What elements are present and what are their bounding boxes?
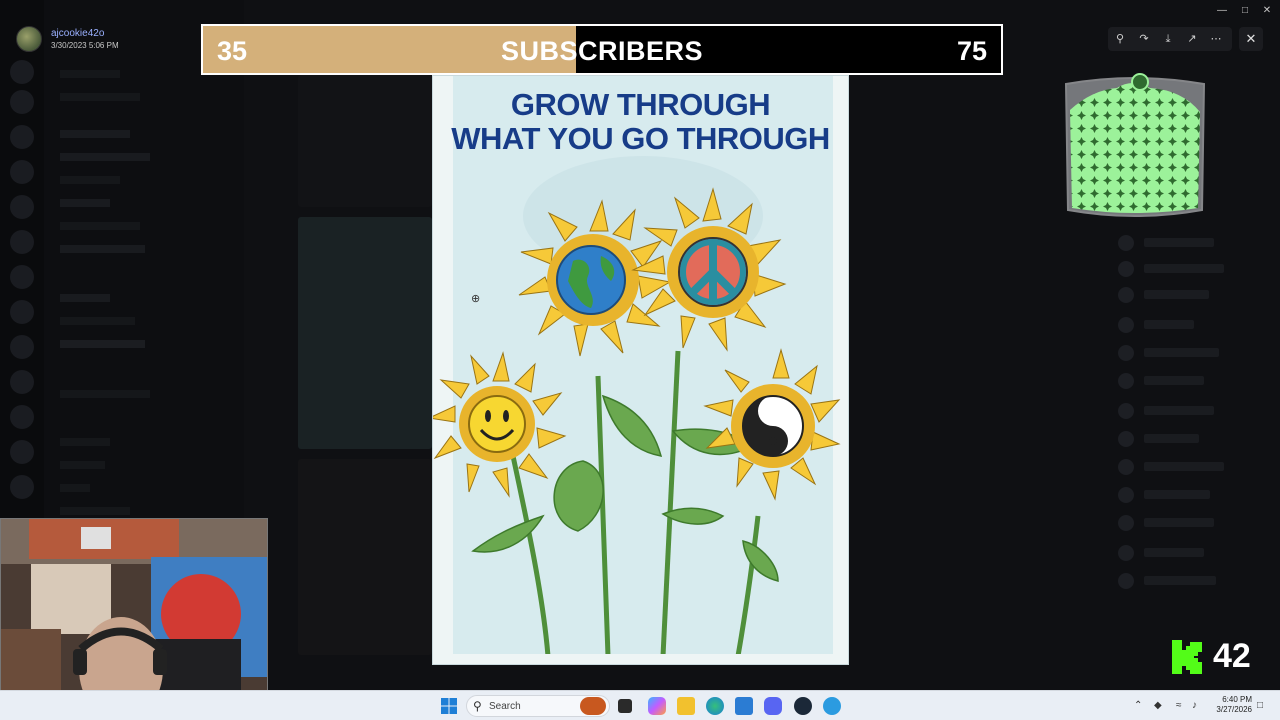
member-list — [1110, 220, 1280, 680]
post-timestamp: 3/30/2023 5:06 PM — [51, 41, 119, 50]
minimize-icon[interactable]: — — [1214, 5, 1230, 16]
open-external-icon[interactable]: ↗ — [1184, 31, 1200, 47]
poster-title: GROW THROUGH WHAT YOU GO THROUGH — [433, 88, 848, 156]
maximize-icon[interactable]: □ — [1237, 5, 1253, 16]
taskbar-date: 3/27/2026 — [1216, 705, 1252, 714]
taskbar-clock[interactable]: 6:40 PM 3/27/2026 — [1212, 695, 1252, 715]
network-icon[interactable]: ◆ — [1154, 700, 1162, 711]
zoom-icon[interactable]: ⚲ — [1112, 31, 1128, 47]
wifi-icon[interactable]: ≈ — [1176, 700, 1182, 711]
forward-icon[interactable]: ↷ — [1136, 31, 1152, 47]
task-view-icon[interactable] — [618, 699, 632, 713]
more-icon[interactable]: ⋯ — [1208, 31, 1224, 47]
subscriber-goal-bar: SUBSCRIBERS 35 75 — [201, 24, 1003, 75]
clover-jar-widget — [1062, 70, 1208, 220]
taskbar-search-placeholder: Search — [489, 701, 521, 712]
edge-browser-icon[interactable] — [706, 697, 724, 715]
poster-title-line-1: GROW THROUGH — [510, 87, 771, 122]
subscriber-count: 35 — [217, 36, 248, 66]
discord-icon[interactable] — [764, 697, 782, 715]
poster-artwork — [433, 76, 848, 664]
kick-follower-count: 42 — [1213, 637, 1251, 675]
close-viewer-icon[interactable]: ✕ — [1239, 27, 1263, 51]
subscriber-goal-target: 75 — [956, 36, 987, 66]
app-icon[interactable] — [823, 697, 841, 715]
volume-icon[interactable]: ♪ — [1192, 700, 1197, 711]
windows-start-icon[interactable] — [440, 697, 458, 715]
subscriber-goal-label: SUBSCRIBERS — [500, 36, 704, 66]
zoom-cursor-icon: ⊕ — [471, 293, 481, 305]
taskbar-time: 6:40 PM — [1222, 695, 1252, 704]
taskbar: ⚲ Search ⌃ ◆ ≈ ♪ 6:40 PM 3/27/2026 □ — [0, 690, 1280, 720]
tray-overflow-icon[interactable]: ⌃ — [1134, 700, 1142, 711]
notification-icon[interactable]: □ — [1257, 700, 1263, 711]
store-icon[interactable] — [735, 697, 753, 715]
search-highlight-icon[interactable] — [580, 697, 606, 715]
file-explorer-icon[interactable] — [677, 697, 695, 715]
avatar[interactable] — [16, 26, 42, 52]
steam-icon[interactable] — [794, 697, 812, 715]
image-viewer-toolbar: ⚲ ↷ ⤓ ↗ ⋯ — [1108, 27, 1232, 51]
download-icon[interactable]: ⤓ — [1160, 31, 1176, 47]
search-icon: ⚲ — [473, 699, 482, 713]
kick-logo-icon — [1172, 640, 1202, 674]
poster-image[interactable]: GROW THROUGH WHAT YOU GO THROUGH ⊕ — [432, 75, 849, 665]
copilot-icon[interactable] — [648, 697, 666, 715]
poster-title-line-2: WHAT YOU GO THROUGH — [451, 121, 830, 156]
window-close-icon[interactable]: ✕ — [1259, 5, 1275, 16]
attachment-thumbnails — [298, 75, 432, 655]
author-name[interactable]: ajcookie42o — [51, 28, 104, 39]
